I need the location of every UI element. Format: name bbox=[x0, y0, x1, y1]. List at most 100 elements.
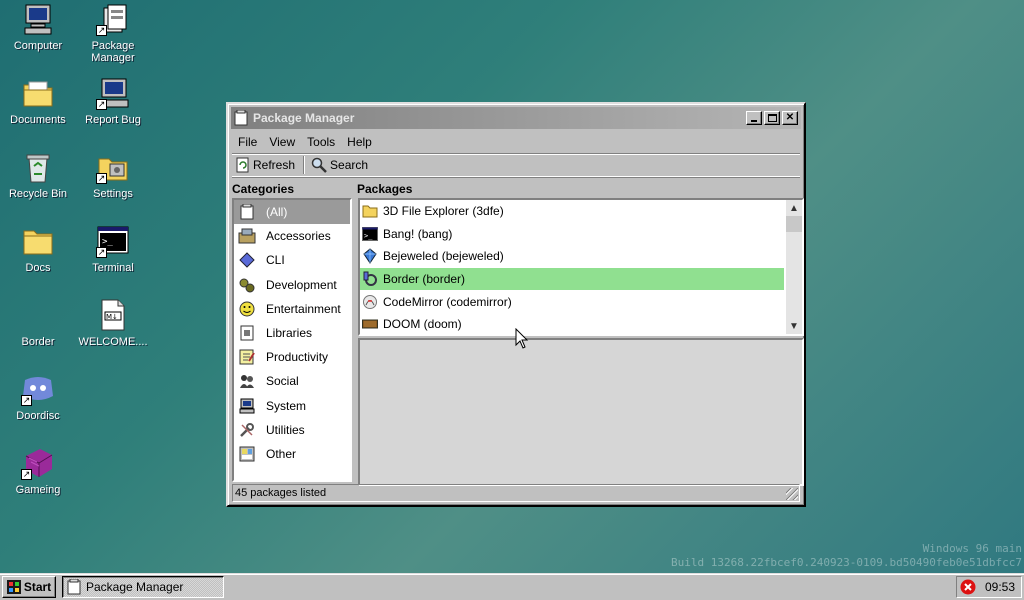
cli-icon bbox=[238, 251, 256, 269]
packages-header: Packages bbox=[357, 182, 413, 196]
category-item-entertainment[interactable]: Entertainment bbox=[234, 297, 350, 321]
gameing-icon: ↗ bbox=[21, 446, 55, 480]
desktop-icon-label: Terminal bbox=[92, 262, 134, 274]
start-button[interactable]: Start bbox=[2, 576, 56, 598]
scrollbar-thumb[interactable] bbox=[786, 216, 802, 232]
package-item-border[interactable]: Border (border) bbox=[360, 267, 784, 291]
category-item-accessories[interactable]: Accessories bbox=[234, 224, 350, 248]
desktop-icon-docs[interactable]: Docs bbox=[0, 224, 76, 274]
desktop-icon-label: Docs bbox=[25, 262, 51, 274]
clock[interactable]: 09:53 bbox=[985, 580, 1015, 594]
shortcut-arrow-icon: ↗ bbox=[96, 25, 107, 36]
resize-grip[interactable] bbox=[786, 488, 798, 500]
system-tray: 09:53 bbox=[956, 576, 1022, 598]
desktop-icon-welcome[interactable]: M↓ WELCOME.... bbox=[75, 298, 151, 348]
category-label: Development bbox=[266, 277, 337, 292]
desktop-icon-border[interactable]: Border bbox=[0, 298, 76, 348]
category-label: System bbox=[266, 398, 307, 413]
packages-list[interactable]: 3D File Explorer (3dfe) >_ Bang! (bang) … bbox=[358, 198, 804, 336]
toolbar: Refresh Search bbox=[232, 153, 800, 177]
category-item-libraries[interactable]: Libraries bbox=[234, 321, 350, 345]
maximize-button[interactable] bbox=[764, 111, 780, 125]
desktop-icon-doordisc[interactable]: ↗ Doordisc bbox=[0, 372, 76, 422]
desktop-icon-documents[interactable]: Documents bbox=[0, 76, 76, 126]
category-label: Utilities bbox=[266, 422, 305, 437]
category-item-development[interactable]: Development bbox=[234, 273, 350, 297]
watermark-line-1: Windows 96 main bbox=[922, 542, 1022, 555]
build-watermark: Windows 96 main Build 13268.22fbcef0.240… bbox=[671, 542, 1022, 570]
docs-folder-icon bbox=[21, 224, 55, 258]
search-icon bbox=[311, 157, 327, 173]
package-item-codemirror[interactable]: CodeMirror (codemirror) bbox=[360, 290, 784, 313]
close-button[interactable]: ✕ bbox=[782, 111, 798, 125]
menu-tools[interactable]: Tools bbox=[301, 135, 341, 149]
svg-text:M↓: M↓ bbox=[106, 313, 118, 321]
category-label: Other bbox=[266, 446, 297, 461]
accessories-icon bbox=[238, 227, 256, 245]
gem-icon bbox=[363, 248, 377, 265]
desktop-icon-label: Computer bbox=[13, 40, 63, 52]
utilities-icon bbox=[238, 421, 256, 439]
scroll-down-icon[interactable]: ▼ bbox=[786, 318, 802, 334]
desktop-icon-computer[interactable]: Computer bbox=[0, 2, 76, 52]
package-item-bang[interactable]: >_ Bang! (bang) bbox=[360, 223, 784, 246]
desktop-icon-recycle-bin[interactable]: Recycle Bin bbox=[0, 150, 76, 200]
minimize-button[interactable] bbox=[746, 111, 762, 125]
documents-folder-icon bbox=[21, 76, 55, 110]
terminal-icon: >_ bbox=[362, 226, 378, 241]
codemirror-icon bbox=[363, 294, 377, 309]
system-icon bbox=[238, 397, 256, 415]
desktop-icon-label: Documents bbox=[10, 114, 66, 126]
desktop-icon-label: Report Bug bbox=[85, 114, 141, 126]
border-icon bbox=[21, 298, 55, 332]
window-titlebar[interactable]: Package Manager ✕ bbox=[231, 107, 801, 129]
status-bar: 45 packages listed bbox=[232, 484, 800, 502]
desktop-icon-report-bug[interactable]: ↗ Report Bug bbox=[75, 76, 151, 126]
settings-folder-icon: ↗ bbox=[96, 150, 130, 184]
desktop-icon-settings[interactable]: ↗ Settings bbox=[75, 150, 151, 200]
package-manager-window[interactable]: Package Manager ✕ File View Tools Help R… bbox=[226, 102, 806, 507]
package-label: Border (border) bbox=[383, 272, 466, 287]
category-item-cli[interactable]: CLI bbox=[234, 248, 350, 272]
categories-header: Categories bbox=[232, 182, 295, 196]
refresh-button[interactable]: Refresh bbox=[232, 157, 299, 173]
category-item-all[interactable]: (All) bbox=[234, 200, 350, 225]
start-label: Start bbox=[23, 580, 52, 594]
menu-view[interactable]: View bbox=[263, 135, 301, 149]
mouse-cursor-icon bbox=[515, 328, 529, 349]
toolbar-separator bbox=[303, 156, 306, 174]
shortcut-arrow-icon: ↗ bbox=[21, 395, 32, 406]
category-label: Entertainment bbox=[266, 301, 341, 316]
minimize-icon bbox=[751, 120, 757, 122]
desktop-icon-package-manager[interactable]: ↗ Package Manager bbox=[75, 2, 151, 64]
taskbar-item-package-manager[interactable]: Package Manager bbox=[62, 576, 224, 598]
package-manager-icon: ↗ bbox=[96, 2, 130, 36]
category-label: Social bbox=[266, 374, 299, 389]
desktop-icon-gameing[interactable]: ↗ Gameing bbox=[0, 446, 76, 496]
category-item-social[interactable]: Social bbox=[234, 369, 350, 393]
category-item-productivity[interactable]: Productivity bbox=[234, 345, 350, 369]
desktop-icon-label: WELCOME.... bbox=[78, 336, 148, 348]
maximize-icon bbox=[767, 114, 777, 122]
refresh-icon bbox=[236, 157, 249, 173]
scroll-up-icon[interactable]: ▲ bbox=[786, 200, 802, 216]
recycle-bin-icon bbox=[21, 150, 55, 184]
search-label: Search bbox=[330, 158, 369, 172]
watermark-line-2: Build 13268.22fbcef0.240923-0109.bd50490… bbox=[671, 556, 1022, 569]
package-item-3dfe[interactable]: 3D File Explorer (3dfe) bbox=[360, 200, 784, 223]
menu-help[interactable]: Help bbox=[341, 135, 378, 149]
category-item-system[interactable]: System bbox=[234, 394, 350, 418]
package-item-doom[interactable]: DOOM (doom) bbox=[360, 313, 784, 336]
desktop-icon-terminal[interactable]: >_ ↗ Terminal bbox=[75, 224, 151, 274]
menu-file[interactable]: File bbox=[232, 135, 263, 149]
package-item-bejeweled[interactable]: Bejeweled (bejeweled) bbox=[360, 245, 784, 268]
window-title: Package Manager bbox=[253, 111, 355, 125]
search-button[interactable]: Search bbox=[307, 157, 372, 173]
categories-list: (All) Accessories CLI Development Entert… bbox=[232, 198, 352, 482]
refresh-label: Refresh bbox=[253, 158, 296, 172]
other-icon bbox=[238, 445, 256, 463]
category-item-other[interactable]: Other bbox=[234, 442, 350, 466]
error-icon[interactable] bbox=[960, 579, 976, 595]
packages-scrollbar[interactable]: ▲ ▼ bbox=[786, 200, 802, 334]
category-item-utilities[interactable]: Utilities bbox=[234, 418, 350, 442]
